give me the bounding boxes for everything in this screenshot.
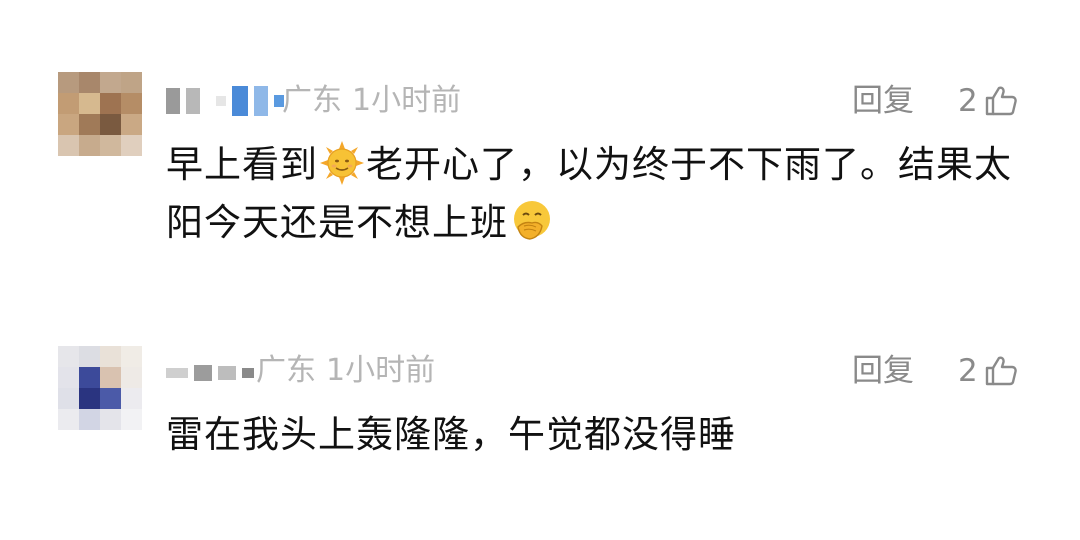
reply-button[interactable]: 回复: [852, 84, 914, 118]
comment-meta: 广东 1小时前: [282, 84, 461, 118]
like-button[interactable]: 2: [958, 84, 1018, 118]
comment-meta: 广东 1小时前: [256, 354, 435, 388]
username-censored[interactable]: [166, 84, 284, 118]
location-label: 广东: [256, 353, 316, 388]
comment-text-part: 早上看到: [166, 143, 318, 186]
username-censored[interactable]: [166, 356, 254, 390]
sun-with-face-icon: [320, 141, 364, 185]
comment-text-part: 雷在我头上轰隆隆，午觉都没得睡: [166, 413, 736, 456]
location-label: 广东: [282, 83, 342, 118]
thumbs-up-icon: [985, 86, 1017, 116]
avatar[interactable]: [58, 72, 142, 156]
like-count: 2: [958, 353, 978, 389]
avatar[interactable]: [58, 346, 142, 430]
like-button[interactable]: 2: [958, 354, 1018, 388]
comment-text: 早上看到 老开心了，以为终于不下雨了。结果太阳今天还是不想上班: [166, 136, 1036, 252]
thumbs-up-icon: [985, 356, 1017, 386]
reply-button[interactable]: 回复: [852, 354, 914, 388]
time-label: 1小时前: [352, 83, 462, 118]
like-count: 2: [958, 83, 978, 119]
time-label: 1小时前: [326, 353, 436, 388]
face-with-hand-over-mouth-icon: [514, 201, 550, 240]
comment-text: 雷在我头上轰隆隆，午觉都没得睡: [166, 406, 1036, 464]
